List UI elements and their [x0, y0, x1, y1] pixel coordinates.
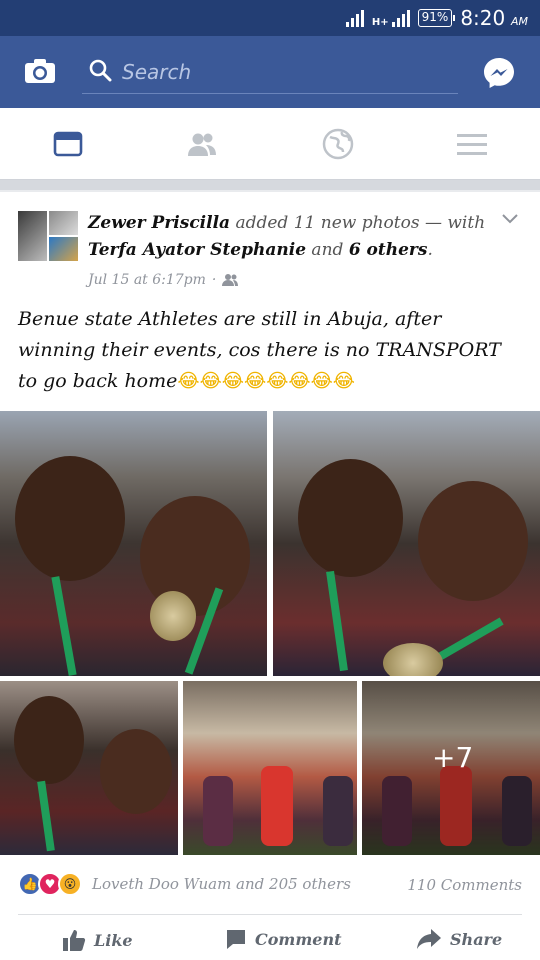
- medal: [383, 643, 443, 676]
- feed-divider: [0, 180, 540, 190]
- friends-icon[interactable]: [184, 126, 220, 162]
- share-icon: [417, 929, 441, 949]
- like-label: Like: [94, 930, 133, 950]
- signal-icon: [345, 9, 364, 27]
- clock: 8:20 AM: [460, 6, 528, 30]
- medal-ribbon: [326, 570, 348, 672]
- reactions-text: Loveth Doo Wuam and 205 others: [92, 875, 351, 893]
- photo-person: [418, 481, 528, 601]
- post-meta: Jul 15 at 6:17pm ·: [88, 272, 239, 288]
- camera-icon[interactable]: [24, 58, 56, 84]
- photo-person: [15, 456, 125, 581]
- avatar[interactable]: [18, 211, 78, 261]
- chevron-down-icon[interactable]: [502, 214, 518, 224]
- post-photo-more[interactable]: +7: [362, 681, 540, 855]
- photo-person: [203, 776, 233, 846]
- tab-bar: [0, 108, 540, 180]
- feed-post: Zewer Priscilla added 11 new photos — wi…: [0, 192, 540, 960]
- photo-person: [14, 696, 84, 784]
- medal: [150, 591, 196, 641]
- network-signal: H+: [371, 9, 410, 28]
- and-text: and: [306, 240, 349, 260]
- period: .: [427, 240, 433, 260]
- medal-ribbon: [51, 576, 77, 676]
- meta-separator: ·: [211, 272, 217, 288]
- comment-label: Comment: [255, 929, 342, 949]
- search-bar[interactable]: [82, 54, 458, 94]
- clock-time: 8:20: [460, 6, 506, 30]
- globe-icon[interactable]: [320, 126, 356, 162]
- search-input[interactable]: [122, 54, 452, 90]
- post-timestamp[interactable]: Jul 15 at 6:17pm: [88, 272, 206, 288]
- thumbs-up-icon: [63, 930, 86, 951]
- hamburger-icon[interactable]: [454, 126, 490, 162]
- photo-person: [298, 459, 403, 577]
- avatar-photo-3: [49, 237, 78, 261]
- comments-count[interactable]: 110 Comments: [407, 876, 522, 894]
- comment-button[interactable]: Comment: [225, 928, 341, 950]
- like-button[interactable]: Like: [62, 928, 133, 952]
- network-type: H+: [371, 17, 389, 28]
- status-indicators: H+ 91% 8:20 AM: [345, 6, 528, 30]
- emoji-row: 😂😂😂😂😂😂😂😂: [177, 370, 355, 392]
- photo-person: [261, 766, 293, 846]
- photo-person: [100, 729, 172, 814]
- post-message: Benue state Athletes are still in Abuja,…: [18, 304, 523, 397]
- post-photo-1[interactable]: [0, 411, 267, 676]
- app-bar: [0, 36, 540, 108]
- messenger-icon[interactable]: [482, 56, 516, 90]
- news-feed-icon[interactable]: [50, 126, 86, 162]
- post-header: Zewer Priscilla added 11 new photos — wi…: [88, 210, 488, 264]
- share-label: Share: [450, 929, 503, 949]
- share-button[interactable]: Share: [416, 928, 502, 950]
- medal-ribbon: [37, 780, 55, 852]
- search-icon: [89, 59, 112, 82]
- avatar-photo-2: [49, 211, 78, 235]
- wow-reaction-icon: 😮: [58, 872, 82, 896]
- battery-indicator: 91%: [417, 9, 455, 27]
- action-divider: [18, 914, 522, 915]
- avatar-photo-1: [18, 211, 47, 261]
- signal-2-icon: [391, 9, 410, 27]
- post-photo-3[interactable]: [0, 681, 178, 855]
- post-action: added 11 new photos — with: [230, 213, 486, 233]
- clock-suffix: AM: [510, 15, 528, 28]
- tagged-others[interactable]: 6 others: [349, 240, 428, 260]
- post-photo-4[interactable]: [183, 681, 357, 855]
- more-photos-count: +7: [432, 741, 474, 774]
- tagged-name[interactable]: Terfa Ayator Stephanie: [88, 240, 306, 260]
- author-name[interactable]: Zewer Priscilla: [88, 213, 230, 233]
- status-bar: H+ 91% 8:20 AM: [0, 0, 540, 36]
- comment-icon: [227, 930, 245, 949]
- photo-person: [323, 776, 353, 846]
- post-photo-2[interactable]: [273, 411, 540, 676]
- reactions-summary[interactable]: 👍 ♥ 😮 Loveth Doo Wuam and 205 others: [18, 872, 351, 896]
- audience-friends-icon[interactable]: [222, 273, 239, 287]
